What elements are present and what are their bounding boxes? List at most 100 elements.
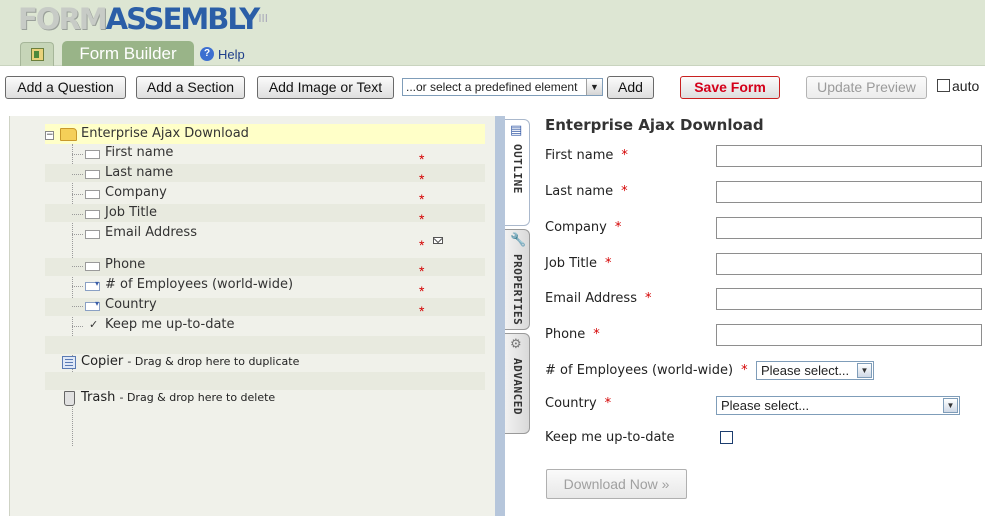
tree-connector (72, 266, 83, 267)
country-select[interactable]: Please select... ▼ (716, 396, 960, 415)
trash-icon (64, 391, 75, 406)
text-field-icon (85, 262, 100, 271)
trash-hint: - Drag & drop here to delete (119, 391, 276, 404)
row-band (45, 336, 485, 354)
keep-up-to-date-checkbox[interactable] (720, 431, 733, 444)
select-field-icon (85, 299, 100, 311)
field-label: Last name (545, 184, 614, 199)
last-name-input[interactable] (716, 181, 982, 203)
tree-connector (72, 234, 83, 235)
required-marker: * (644, 291, 652, 306)
outline-item-email-address[interactable]: Email Address * (45, 224, 485, 256)
field-label: Country (545, 396, 597, 411)
add-element-button[interactable]: Add (607, 76, 654, 99)
add-section-button[interactable]: Add a Section (136, 76, 245, 99)
question-circle-icon: ? (200, 47, 214, 61)
copier-label: Copier (81, 354, 124, 369)
employees-select-value: Please select... (761, 363, 850, 378)
row-band (45, 372, 485, 390)
outline-item-job-title[interactable]: Job Title * (45, 204, 485, 227)
outline-item-company[interactable]: Company * (45, 184, 485, 207)
job-title-input[interactable] (716, 253, 982, 275)
field-first-name: First name * (545, 145, 985, 169)
field-email-address: Email Address * (545, 288, 985, 312)
outline-panel: − Enterprise Ajax Download First name * … (9, 116, 495, 516)
update-preview-button[interactable]: Update Preview (806, 76, 927, 99)
field-label: Phone (545, 327, 586, 342)
wrench-icon: 🔧 (510, 233, 527, 248)
employees-select[interactable]: Please select... ▼ (756, 361, 874, 380)
company-input[interactable] (716, 217, 982, 239)
download-now-button[interactable]: Download Now » (546, 469, 687, 499)
field-phone: Phone * (545, 324, 985, 348)
outline-item-employees[interactable]: # of Employees (world-wide) * (45, 276, 485, 299)
predefined-element-select[interactable]: ...or select a predefined element ▼ (402, 78, 603, 96)
required-marker: * (621, 184, 628, 199)
envelope-icon (433, 237, 443, 244)
tab-properties-label: PROPERTIES (511, 254, 524, 326)
chevron-down-icon: ▼ (857, 363, 872, 378)
field-employees: # of Employees (world-wide) * Please sele… (545, 360, 985, 384)
outline-form-title: Enterprise Ajax Download (81, 126, 249, 141)
outline-item-country[interactable]: Country * (45, 296, 485, 319)
tree-connector (72, 154, 83, 155)
text-field-icon (85, 210, 100, 219)
text-field-icon (85, 170, 100, 179)
copy-icon (62, 356, 76, 369)
collapse-toggle[interactable]: − (45, 131, 54, 140)
chevron-down-icon: ▼ (943, 398, 958, 413)
tab-outline[interactable]: ▤ OUTLINE (505, 119, 530, 226)
add-question-button[interactable]: Add a Question (5, 76, 126, 99)
required-marker: * (593, 327, 600, 342)
save-form-button[interactable]: Save Form (680, 76, 780, 99)
email-address-input[interactable] (716, 288, 982, 310)
outline-item-first-name[interactable]: First name * (45, 144, 485, 167)
field-label: # of Employees (world-wide) (545, 363, 734, 378)
first-name-input[interactable] (716, 145, 982, 167)
outline-item-label: # of Employees (world-wide) (105, 277, 294, 292)
tab-advanced-label: ADVANCED (511, 358, 524, 415)
field-country: Country * Please select... ▼ (545, 393, 985, 417)
folder-icon (60, 128, 77, 141)
form-preview: Enterprise Ajax Download First name * Las… (531, 110, 985, 516)
tree-connector (72, 306, 83, 307)
field-label: Company (545, 220, 607, 235)
tree-connector (72, 214, 83, 215)
field-label: Email Address (545, 291, 637, 306)
outline-item-last-name[interactable]: Last name * (45, 164, 485, 187)
text-field-icon (85, 150, 100, 159)
chevron-down-icon: ▼ (586, 79, 602, 95)
auto-checkbox[interactable] (937, 79, 950, 92)
tab-outline-label: OUTLINE (511, 144, 524, 194)
app-header: FORMASSEMBLYIII Form Builder ? Help (0, 0, 985, 67)
select-field-icon (85, 279, 100, 291)
tab-advanced[interactable]: ⚙ ADVANCED (505, 333, 530, 434)
outline-item-label: First name (105, 145, 174, 160)
predefined-element-value: ...or select a predefined element (406, 80, 578, 94)
field-label: First name (545, 148, 614, 163)
preview-title: Enterprise Ajax Download (545, 116, 764, 134)
help-link[interactable]: ? Help (200, 46, 245, 62)
field-last-name: Last name * (545, 181, 985, 205)
required-marker: * (621, 148, 628, 163)
outline-item-phone[interactable]: Phone * (45, 256, 485, 279)
required-marker: * (604, 396, 612, 411)
country-select-value: Please select... (721, 398, 810, 413)
home-tab[interactable] (20, 42, 54, 66)
field-label: Job Title (545, 256, 598, 271)
outline-item-label: Email Address (105, 225, 197, 240)
gear-icon: ⚙ (510, 337, 522, 352)
outline-item-label: Last name (105, 165, 174, 180)
tree-connector (72, 174, 83, 175)
toolbar: Add a Question Add a Section Add Image o… (0, 66, 985, 106)
required-marker: * (419, 237, 425, 253)
outline-item-keep-up-to-date[interactable]: ✓ Keep me up-to-date (45, 316, 485, 336)
add-image-or-text-button[interactable]: Add Image or Text (257, 76, 394, 99)
copier-hint: - Drag & drop here to duplicate (127, 355, 300, 368)
tree-connector (72, 194, 83, 195)
tab-form-builder[interactable]: Form Builder (62, 41, 194, 67)
field-company: Company * (545, 217, 985, 241)
outline-icon: ▤ (510, 123, 523, 138)
phone-input[interactable] (716, 324, 982, 346)
tab-properties[interactable]: 🔧 PROPERTIES (505, 229, 530, 330)
